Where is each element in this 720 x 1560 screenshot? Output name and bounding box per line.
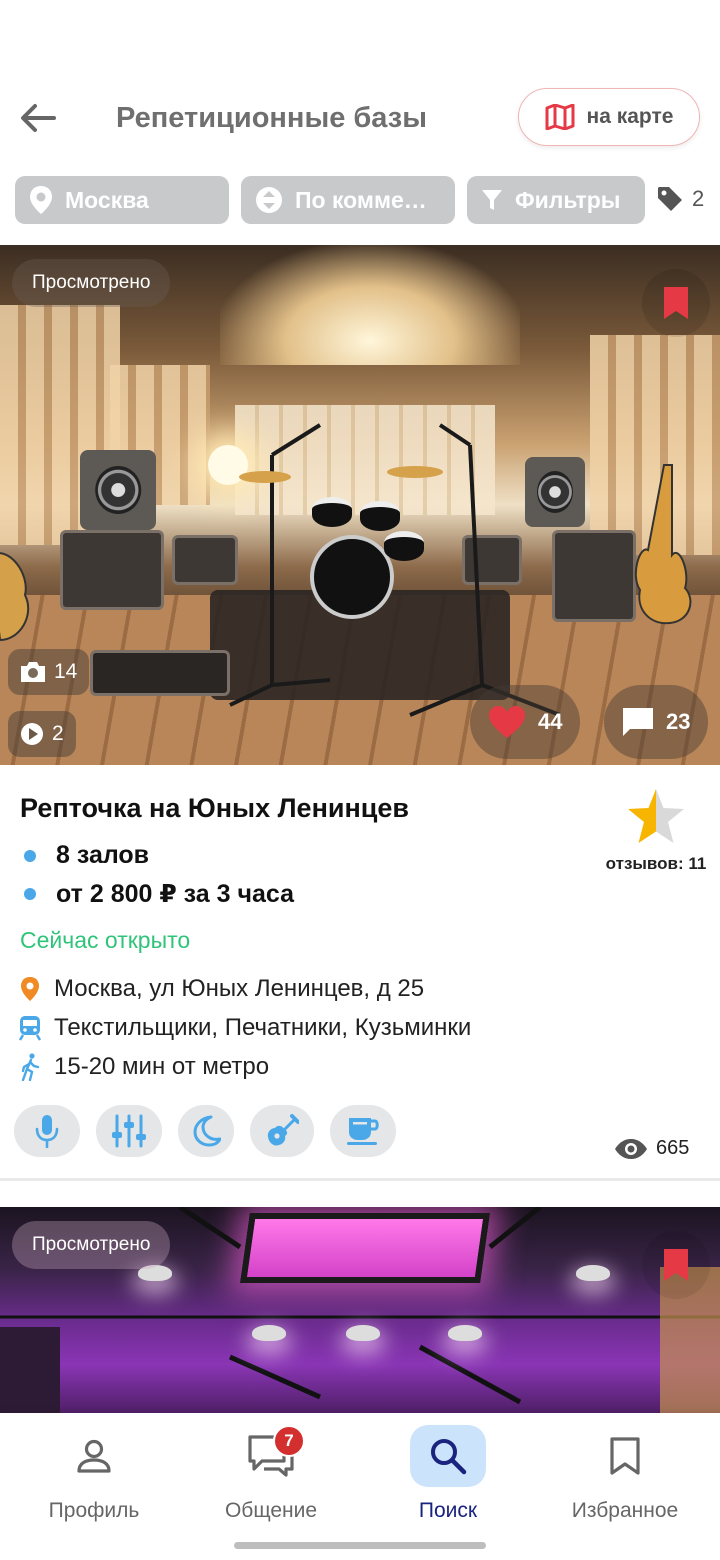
filters-chip-label: Фильтры (515, 186, 621, 213)
photos-count-badge[interactable]: 14 (8, 649, 90, 695)
search-icon (431, 1439, 467, 1475)
open-status: Сейчас открыто (20, 927, 191, 953)
tag-icon (658, 187, 682, 211)
map-icon (545, 104, 575, 130)
amenity-guitar[interactable] (250, 1105, 314, 1157)
nav-search-icon-wrap (410, 1425, 486, 1487)
eye-icon (615, 1138, 647, 1159)
walking-icon (21, 1053, 40, 1081)
arrow-back-icon (21, 104, 56, 132)
photos-count: 14 (54, 660, 78, 683)
sort-icon (256, 187, 282, 213)
walk-text: 15-20 мин от метро (54, 1053, 270, 1080)
city-chip[interactable]: Москва (15, 176, 229, 224)
likes-button[interactable]: 44 (470, 685, 581, 759)
videos-count: 2 (52, 722, 64, 745)
bookmark-icon (664, 1249, 688, 1281)
bookmark-icon (610, 1437, 640, 1475)
nav-favorites-icon-wrap (587, 1425, 663, 1487)
mixer-icon (112, 1114, 146, 1148)
nav-search-label: Поиск (418, 1499, 478, 1522)
map-button[interactable]: на карте (518, 88, 700, 146)
microphone-icon (35, 1115, 59, 1148)
stage-lamp (346, 1325, 380, 1341)
halls-count-text: 8 залов (56, 841, 150, 869)
amenity-microphone[interactable] (14, 1105, 80, 1157)
metro-train-icon (18, 1016, 42, 1041)
tags-filter[interactable]: 2 (656, 185, 704, 213)
gesture-handle[interactable] (234, 1542, 486, 1549)
photo-details (0, 423, 692, 717)
bookmark-button[interactable] (642, 269, 710, 337)
nav-profile-label: Профиль (48, 1499, 140, 1522)
amenity-night[interactable] (178, 1105, 234, 1157)
bullet-dot (24, 888, 36, 900)
bookmark-button[interactable] (642, 1231, 710, 1299)
bottom-navigation: Профиль 7 Общение Поиск Избранное (0, 1413, 720, 1560)
stage-lamp (576, 1265, 610, 1281)
nav-profile-icon-wrap (56, 1425, 132, 1487)
metro-text: Текстильщики, Печатники, Кузьминки (54, 1014, 472, 1041)
star-icon (628, 789, 684, 843)
stage-lamp (252, 1325, 286, 1341)
nav-favorites-label: Избранное (571, 1499, 679, 1522)
back-button[interactable] (14, 96, 62, 140)
sort-chip-label: По комме… (295, 186, 427, 213)
sort-chip[interactable]: По комме… (241, 176, 455, 224)
nav-profile[interactable]: Профиль (4, 1425, 184, 1545)
amenity-coffee[interactable] (330, 1105, 396, 1157)
location-pin-icon (30, 186, 52, 214)
likes-count: 44 (538, 709, 563, 734)
nav-chat-label: Общение (224, 1499, 318, 1522)
views-counter: 665 (614, 1137, 689, 1160)
bookmark-icon (664, 287, 688, 319)
nav-search[interactable]: Поиск (358, 1425, 538, 1545)
unread-badge: 7 (273, 1425, 305, 1457)
camera-icon (21, 662, 45, 682)
viewed-badge: Просмотрено (12, 1221, 171, 1269)
viewed-badge: Просмотрено (12, 259, 171, 307)
tags-count: 2 (692, 186, 705, 211)
top-app-bar: Репетиционные базы на карте (0, 86, 720, 150)
listing-card[interactable]: Репточка на Юных Ленинцев 8 залов от 2 8… (0, 765, 720, 1180)
play-circle-icon (21, 723, 43, 745)
coffee-icon (347, 1118, 379, 1145)
moon-icon (193, 1115, 221, 1147)
amenity-mixer[interactable] (96, 1105, 162, 1157)
app-screen: { "header": { "title": "Репетиционные ба… (0, 0, 720, 1560)
filter-bar: Москва По комме… Фильтры 2 (0, 176, 720, 224)
videos-count-badge[interactable]: 2 (8, 711, 76, 757)
filter-funnel-icon (482, 190, 502, 210)
nav-chat-icon-wrap: 7 (233, 1425, 309, 1487)
rating-block[interactable]: отзывов: 11 (600, 787, 712, 874)
price-text: от 2 800 ₽ за 3 часа (56, 880, 295, 908)
address-row: Москва, ул Юных Ленинцев, д 25 (18, 975, 424, 1003)
listing-title: Репточка на Юных Ленинцев (20, 793, 409, 823)
walk-row: 15-20 мин от метро (18, 1053, 269, 1081)
address-text: Москва, ул Юных Ленинцев, д 25 (54, 975, 425, 1002)
reviews-count: отзывов: 11 (605, 854, 707, 873)
views-count: 665 (656, 1137, 690, 1159)
guitar-icon (267, 1114, 299, 1146)
listing-photo[interactable]: Просмотрено (0, 1207, 720, 1417)
comment-icon (623, 708, 653, 736)
city-chip-label: Москва (65, 186, 149, 213)
stage-lamp (448, 1325, 482, 1341)
heart-icon (489, 706, 525, 738)
halls-count: 8 залов (24, 841, 149, 870)
nav-chat[interactable]: 7 Общение (181, 1425, 361, 1545)
comments-count: 23 (666, 709, 691, 734)
page-title: Репетиционные базы (116, 102, 427, 134)
nav-favorites[interactable]: Избранное (535, 1425, 715, 1545)
profile-icon (77, 1439, 111, 1473)
map-button-label: на карте (586, 105, 674, 128)
listing-photo[interactable]: Просмотрено 14 2 44 23 (0, 245, 720, 765)
bullet-dot (24, 849, 36, 862)
filters-chip[interactable]: Фильтры (467, 176, 645, 224)
location-pin-icon (21, 977, 39, 1001)
comments-button[interactable]: 23 (604, 685, 709, 759)
price-info: от 2 800 ₽ за 3 часа (24, 879, 294, 909)
metro-row: Текстильщики, Печатники, Кузьминки (18, 1014, 471, 1042)
card-divider (0, 1178, 720, 1181)
